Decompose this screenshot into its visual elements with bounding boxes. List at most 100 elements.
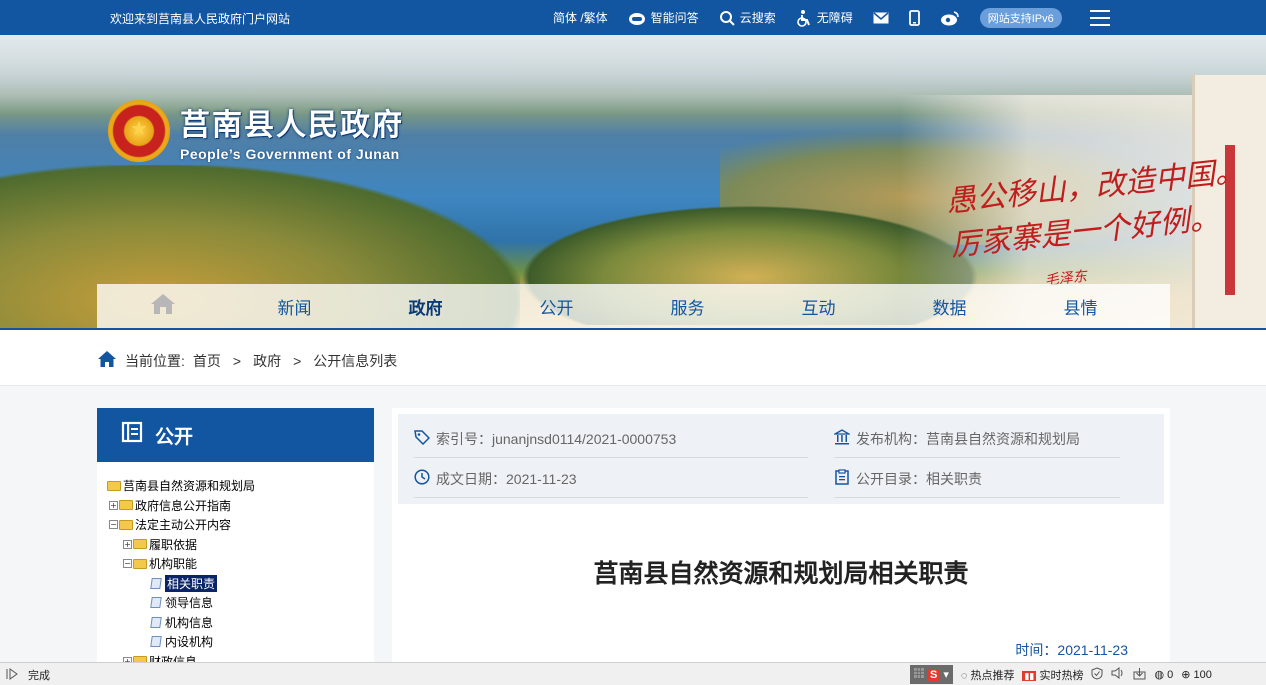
- site-title: 莒南县人民政府: [180, 108, 404, 143]
- search-button[interactable]: 云搜索: [719, 9, 776, 26]
- sidebar-title: 公开: [155, 426, 194, 448]
- nav-county[interactable]: 县情: [1015, 294, 1146, 319]
- lang-switch-label: 简体 /繁体: [553, 11, 608, 25]
- zoom-icon: ⊕: [1181, 669, 1191, 681]
- bar-chart-icon: ▮▮: [1022, 670, 1037, 681]
- home-icon: [97, 350, 117, 371]
- sidebar: 公开 莒南县自然资源和规划局 + 政府信息公开指南 − 法定主动公开内容 + 履…: [97, 408, 374, 669]
- tag-icon: [414, 429, 431, 448]
- folder-icon: [107, 480, 121, 491]
- ipv6-badge: 网站支持IPv6: [979, 7, 1062, 28]
- tree-item-internal[interactable]: 内设机构: [107, 632, 374, 652]
- search-icon: [719, 10, 735, 26]
- ime-indicator[interactable]: S ▾: [910, 665, 953, 684]
- folder-icon: [133, 539, 147, 550]
- hot-recommend-button[interactable]: ◌ 热点推荐: [961, 667, 1015, 683]
- chevron-down-icon: ▾: [943, 669, 949, 681]
- accessible-button[interactable]: 无障碍: [796, 9, 853, 27]
- folder-icon: [119, 500, 133, 511]
- main-nav: 新闻 政府 公开 服务 互动 数据 县情: [97, 284, 1170, 328]
- tree-item-functions[interactable]: − 机构职能: [107, 554, 374, 574]
- nav-news[interactable]: 新闻: [229, 294, 360, 319]
- institution-icon: [832, 429, 852, 448]
- mail-button[interactable]: [873, 11, 889, 24]
- lang-switch-button[interactable]: 简体 /繁体: [553, 9, 608, 26]
- nav-interact[interactable]: 互动: [753, 294, 884, 319]
- meta-index-label: 索引号：: [436, 430, 492, 447]
- national-emblem-icon: [108, 100, 170, 162]
- home-icon: [150, 293, 176, 320]
- document-icon: [150, 597, 162, 609]
- meta-publisher: 发布机构：莒南县自然资源和规划局: [832, 420, 1120, 458]
- document-icon: [150, 636, 162, 648]
- tree-item-leaders[interactable]: 领导信息: [107, 593, 374, 613]
- site-title-en: People’s Government of Junan: [180, 146, 400, 162]
- weibo-icon: [940, 10, 960, 26]
- mobile-button[interactable]: [908, 9, 920, 26]
- breadcrumb-home-link[interactable]: 首页: [193, 351, 221, 371]
- clock-icon: [414, 469, 430, 488]
- meta-index: 索引号：junanjnsd0114/2021-0000753: [414, 420, 808, 458]
- welcome-text: 欢迎来到莒南县人民政府门户网站: [110, 12, 291, 26]
- meta-publisher-value: 莒南县自然资源和规划局: [926, 430, 1080, 447]
- breadcrumb: 当前位置: 首页 > 政府 > 公开信息列表: [97, 350, 397, 371]
- menu-icon[interactable]: [1089, 9, 1110, 26]
- document-icon: [150, 616, 162, 628]
- qa-button[interactable]: 智能问答: [628, 9, 699, 26]
- tree-item-basis[interactable]: + 履职依据: [107, 535, 374, 555]
- bulb-icon: ◌: [960, 669, 968, 682]
- expand-icon[interactable]: +: [109, 500, 118, 510]
- tree-item-guide[interactable]: + 政府信息公开指南: [107, 496, 374, 516]
- breadcrumb-separator: >: [293, 352, 302, 369]
- speaker-icon[interactable]: [1111, 667, 1125, 682]
- nav-open[interactable]: 公开: [491, 294, 622, 319]
- tree-item-label: 领导信息: [165, 596, 214, 611]
- collapse-icon[interactable]: −: [109, 520, 118, 530]
- tree-item-org-info[interactable]: 机构信息: [107, 613, 374, 633]
- tree-item-duties[interactable]: 相关职责: [107, 574, 374, 594]
- document-list-icon: [121, 421, 143, 449]
- collapse-icon[interactable]: −: [123, 559, 132, 569]
- meta-date-value: 2021-11-23: [506, 470, 577, 487]
- nav-government[interactable]: 政府: [360, 294, 491, 319]
- tree-item-label: 履职依据: [149, 537, 198, 552]
- breadcrumb-separator: >: [232, 352, 242, 369]
- expand-icon[interactable]: +: [123, 539, 132, 549]
- tree-item-root[interactable]: 莒南县自然资源和规划局: [107, 476, 374, 496]
- zoom-control[interactable]: ⊕ 100: [1181, 668, 1212, 681]
- breadcrumb-label: 当前位置:: [125, 352, 185, 369]
- wheelchair-icon: [796, 9, 812, 27]
- nav-data[interactable]: 数据: [884, 294, 1015, 319]
- meta-date: 成文日期：2021-11-23: [414, 460, 808, 498]
- tree-item-label: 法定主动公开内容: [135, 518, 232, 533]
- clipboard-icon: [834, 469, 850, 488]
- shield-icon[interactable]: [1091, 666, 1103, 683]
- nav-service[interactable]: 服务: [622, 294, 753, 319]
- site-logo[interactable]: 莒南县人民政府 People’s Government of Junan: [108, 100, 404, 162]
- document-meta: 索引号：junanjnsd0114/2021-0000753 发布机构：莒南县自…: [398, 414, 1164, 504]
- grid-icon: [914, 668, 924, 681]
- tree-item-label: 莒南县自然资源和规划局: [123, 479, 256, 494]
- ad-block-counter[interactable]: ◍ 0: [1154, 668, 1173, 681]
- nav-home-button[interactable]: [97, 284, 229, 328]
- breadcrumb-current[interactable]: 公开信息列表: [313, 351, 397, 371]
- weibo-button[interactable]: [940, 10, 960, 26]
- top-tools: 简体 /繁体 智能问答 云搜索 无障碍 网站支持IPv6: [553, 0, 1110, 35]
- tree-item-label: 内设机构: [165, 635, 214, 650]
- play-icon[interactable]: [6, 667, 18, 683]
- top-bar: 欢迎来到莒南县人民政府门户网站 简体 /繁体 智能问答 云搜索 无障碍 网站支持…: [0, 0, 1266, 35]
- mobile-icon: [908, 9, 920, 26]
- download-icon[interactable]: [1133, 667, 1146, 683]
- meta-catalog-value: 相关职责: [926, 470, 982, 487]
- tree-item-statutory[interactable]: − 法定主动公开内容: [107, 515, 374, 535]
- mail-icon: [873, 11, 889, 24]
- block-icon: ◍: [1154, 669, 1165, 681]
- breadcrumb-government-link[interactable]: 政府: [253, 351, 281, 371]
- banner: 愚公移山，改造中国。 厉家寨是一个好例。 毛泽东 莒南县人民政府 People’…: [0, 35, 1266, 330]
- article-time: 时间：2021-11-23: [1015, 642, 1128, 658]
- status-text: 完成: [28, 670, 50, 682]
- realtime-hot-button[interactable]: ▮▮ 实时热榜: [1022, 667, 1083, 683]
- folder-icon: [133, 558, 147, 569]
- main-content: 索引号：junanjnsd0114/2021-0000753 发布机构：莒南县自…: [392, 408, 1170, 668]
- sogou-icon: S: [927, 668, 941, 681]
